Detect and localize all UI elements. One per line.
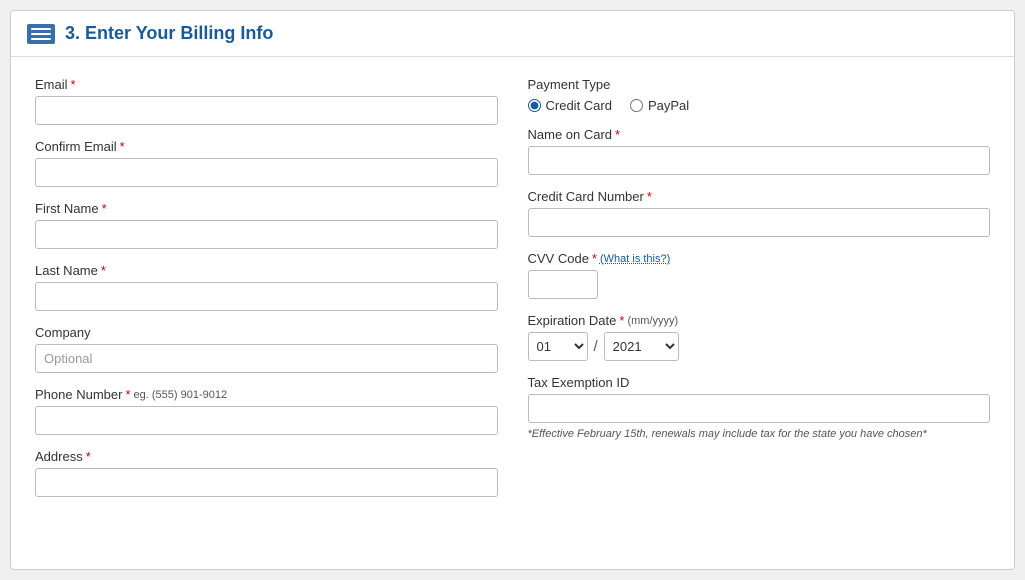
paypal-option[interactable]: PayPal (630, 98, 689, 113)
credit-card-label: Credit Card (546, 98, 612, 113)
confirm-email-label: Confirm Email * (35, 139, 498, 154)
cvv-input[interactable] (528, 270, 598, 299)
phone-group: Phone Number * eg. (555) 901-9012 (35, 387, 498, 435)
first-name-required: * (102, 201, 107, 216)
paypal-label: PayPal (648, 98, 689, 113)
paypal-radio[interactable] (630, 99, 643, 112)
company-input[interactable] (35, 344, 498, 373)
confirm-email-input[interactable] (35, 158, 498, 187)
credit-card-number-input[interactable] (528, 208, 991, 237)
address-input[interactable] (35, 468, 498, 497)
name-on-card-group: Name on Card * (528, 127, 991, 175)
phone-hint: eg. (555) 901-9012 (134, 389, 228, 401)
expiration-date-label: Expiration Date * (mm/yyyy) (528, 313, 991, 328)
payment-radio-options: Credit Card PayPal (528, 98, 991, 113)
billing-form-card: 3. Enter Your Billing Info Email * Confi… (10, 10, 1015, 570)
right-column: Payment Type Credit Card PayPal Name on … (528, 77, 991, 511)
tax-exemption-group: Tax Exemption ID *Effective February 15t… (528, 375, 991, 442)
payment-type-label: Payment Type (528, 77, 991, 92)
cvv-group: CVV Code * (What is this?) (528, 251, 991, 299)
card-body: Email * Confirm Email * First Name * (11, 57, 1014, 531)
company-label: Company (35, 325, 498, 340)
credit-card-number-group: Credit Card Number * (528, 189, 991, 237)
company-group: Company (35, 325, 498, 373)
what-is-this-link[interactable]: (What is this?) (600, 253, 670, 265)
address-required: * (86, 449, 91, 464)
name-on-card-required: * (615, 127, 620, 142)
billing-icon (27, 24, 55, 44)
address-label: Address * (35, 449, 498, 464)
credit-card-number-required: * (647, 189, 652, 204)
expiration-row: 01 02 03 04 05 06 07 08 09 10 11 12 / (528, 332, 991, 361)
name-on-card-input[interactable] (528, 146, 991, 175)
cvv-label: CVV Code * (What is this?) (528, 251, 991, 266)
expiration-required: * (619, 313, 624, 328)
credit-card-radio[interactable] (528, 99, 541, 112)
expiration-month-select[interactable]: 01 02 03 04 05 06 07 08 09 10 11 12 (528, 332, 588, 361)
email-input[interactable] (35, 96, 498, 125)
phone-input[interactable] (35, 406, 498, 435)
first-name-label: First Name * (35, 201, 498, 216)
tax-exemption-label: Tax Exemption ID (528, 375, 991, 390)
credit-card-option[interactable]: Credit Card (528, 98, 612, 113)
last-name-group: Last Name * (35, 263, 498, 311)
last-name-label: Last Name * (35, 263, 498, 278)
tax-note: *Effective February 15th, renewals may i… (528, 427, 991, 442)
confirm-email-group: Confirm Email * (35, 139, 498, 187)
name-on-card-label: Name on Card * (528, 127, 991, 142)
email-group: Email * (35, 77, 498, 125)
slash-separator: / (594, 338, 598, 355)
payment-type-group: Payment Type Credit Card PayPal (528, 77, 991, 113)
expiration-year-select[interactable]: 2021 2022 2023 2024 2025 2026 2027 2028 … (604, 332, 679, 361)
tax-exemption-input[interactable] (528, 394, 991, 423)
first-name-group: First Name * (35, 201, 498, 249)
address-group: Address * (35, 449, 498, 497)
cvv-required: * (592, 251, 597, 266)
email-label: Email * (35, 77, 498, 92)
expiration-format-hint: (mm/yyyy) (627, 315, 678, 327)
first-name-input[interactable] (35, 220, 498, 249)
last-name-required: * (101, 263, 106, 278)
phone-required: * (125, 387, 130, 402)
phone-label: Phone Number * eg. (555) 901-9012 (35, 387, 498, 402)
last-name-input[interactable] (35, 282, 498, 311)
card-header: 3. Enter Your Billing Info (11, 11, 1014, 57)
email-required: * (71, 77, 76, 92)
page-title: 3. Enter Your Billing Info (65, 23, 273, 44)
expiration-date-group: Expiration Date * (mm/yyyy) 01 02 03 04 … (528, 313, 991, 361)
confirm-email-required: * (120, 139, 125, 154)
left-column: Email * Confirm Email * First Name * (35, 77, 498, 511)
credit-card-number-label: Credit Card Number * (528, 189, 991, 204)
